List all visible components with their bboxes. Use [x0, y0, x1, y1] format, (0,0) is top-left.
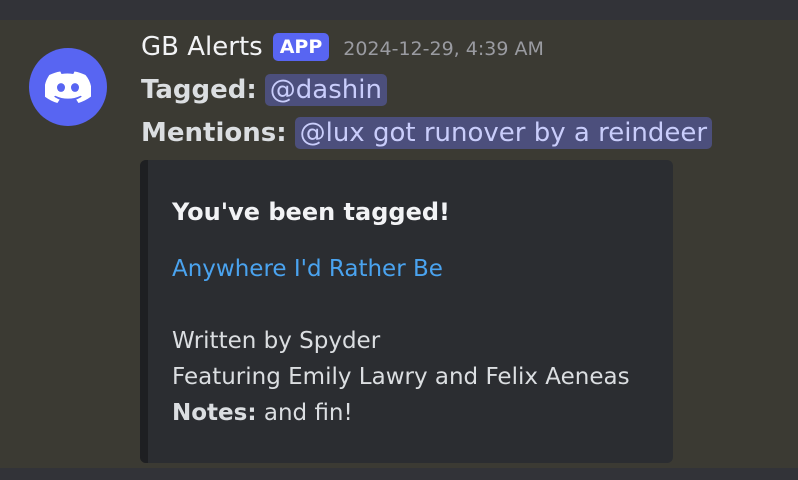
mentions-label: Mentions:: [141, 118, 287, 148]
timestamp[interactable]: 2024-12-29, 4:39 AM: [343, 38, 544, 60]
embed-accent-bar: [140, 160, 148, 463]
next-message-strip: [0, 468, 798, 480]
written-by-text: Written by Spyder: [172, 328, 381, 354]
author-name[interactable]: GB Alerts: [141, 32, 263, 62]
discord-logo-icon: [45, 71, 91, 103]
previous-message-strip: [0, 0, 798, 20]
notes-value: and fin!: [263, 400, 353, 426]
story-link[interactable]: Anywhere I'd Rather Be: [172, 256, 443, 282]
tagged-label: Tagged:: [141, 75, 257, 105]
message-item: GB Alerts APP 2024-12-29, 4:39 AM Tagged…: [0, 20, 798, 468]
embed-card: You've been tagged! Anywhere I'd Rather …: [140, 160, 673, 463]
app-badge: APP: [272, 33, 330, 61]
notes-line: Notes: and fin!: [172, 400, 353, 426]
embed-title: You've been tagged!: [172, 198, 450, 226]
mentions-value[interactable]: @lux got runover by a reindeer: [294, 117, 713, 149]
user-mention[interactable]: @dashin: [264, 74, 387, 106]
notes-label: Notes:: [172, 400, 257, 426]
avatar[interactable]: [29, 48, 107, 126]
featuring-text: Featuring Emily Lawry and Felix Aeneas: [172, 364, 630, 390]
tagged-line: Tagged: @dashin: [141, 70, 387, 110]
mentions-line: Mentions: @lux got runover by a reindeer: [141, 113, 713, 153]
message-header: GB Alerts APP 2024-12-29, 4:39 AM: [141, 29, 544, 65]
